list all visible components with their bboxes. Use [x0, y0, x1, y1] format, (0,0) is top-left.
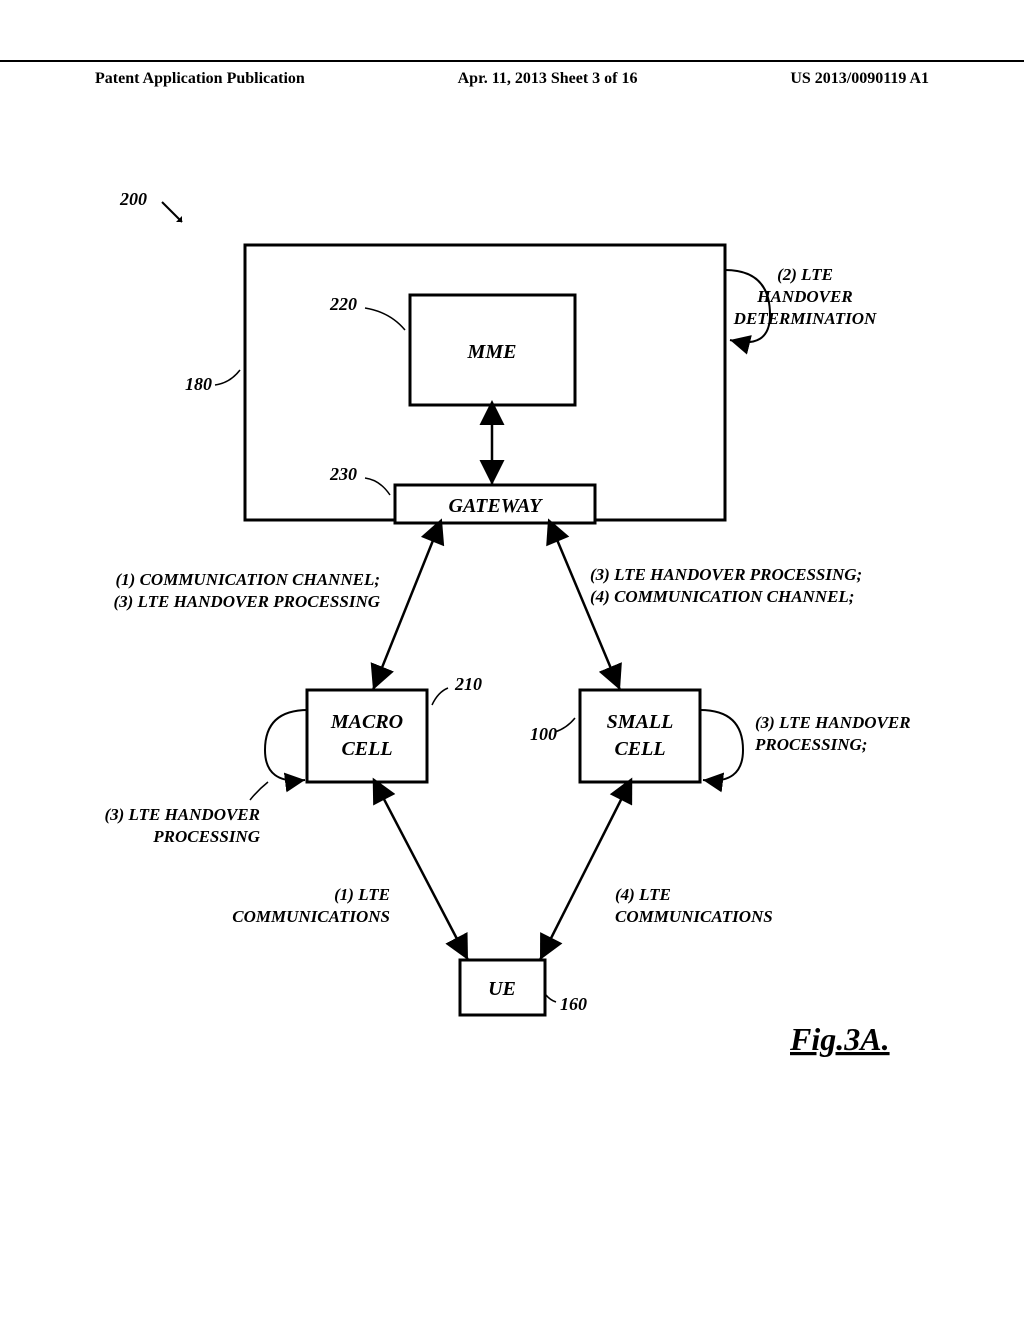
small-l2: CELL — [614, 738, 665, 760]
leftmid-2: (3) LTE HANDOVER PROCESSING — [113, 592, 380, 611]
header-left: Patent Application Publication — [95, 70, 305, 88]
arrow-macro-ue — [375, 782, 468, 960]
ref-160: 160 — [560, 994, 587, 1014]
diagram: 200 180 MME 220 GATEWAY 230 (2) LTE HAND… — [90, 180, 910, 1180]
loop-determination — [725, 270, 770, 342]
leftcomm-2: COMMUNICATIONS — [232, 907, 390, 926]
gateway-label: GATEWAY — [449, 495, 544, 517]
loop-small — [700, 710, 743, 781]
smallcell-box — [580, 690, 700, 782]
mme-label: MME — [467, 341, 517, 363]
rightmid-2: (4) COMMUNICATION CHANNEL; — [590, 587, 854, 606]
macro-l1: MACRO — [330, 711, 403, 733]
macrocell-box — [307, 690, 427, 782]
rightmid-1: (3) LTE HANDOVER PROCESSING; — [590, 565, 862, 584]
arrow-gw-small — [550, 523, 620, 690]
a2-3: DETERMINATION — [733, 309, 877, 328]
header-center: Apr. 11, 2013 Sheet 3 of 16 — [458, 70, 638, 88]
rightcell-2: PROCESSING; — [754, 735, 867, 754]
leftcell-1: (3) LTE HANDOVER — [104, 805, 260, 824]
ref-230: 230 — [329, 464, 357, 484]
rightcomm-1: (4) LTE — [615, 885, 671, 904]
ref-180: 180 — [185, 374, 212, 394]
ref-100: 100 — [530, 724, 557, 744]
arrow-small-ue — [540, 782, 630, 960]
rightcomm-2: COMMUNICATIONS — [615, 907, 773, 926]
a2-2: HANDOVER — [756, 287, 852, 306]
page-header: Patent Application Publication Apr. 11, … — [0, 60, 1024, 88]
leftmid-1: (1) COMMUNICATION CHANNEL; — [116, 570, 380, 589]
small-l1: SMALL — [607, 711, 674, 733]
rightcell-1: (3) LTE HANDOVER — [755, 713, 910, 732]
figure-label: Fig.3A. — [789, 1021, 890, 1057]
leftcell-2: PROCESSING — [152, 827, 260, 846]
ue-label: UE — [488, 978, 516, 1000]
a2-1: (2) LTE — [777, 265, 833, 284]
arrow-gw-macro — [373, 523, 440, 690]
ref-220: 220 — [329, 294, 357, 314]
ref-200: 200 — [119, 189, 147, 209]
loop-macro — [265, 710, 308, 781]
diagram-svg: 200 180 MME 220 GATEWAY 230 (2) LTE HAND… — [90, 180, 910, 1180]
leftcomm-1: (1) LTE — [334, 885, 390, 904]
ref-210: 210 — [454, 674, 482, 694]
header-right: US 2013/0090119 A1 — [790, 70, 929, 88]
macro-l2: CELL — [341, 738, 392, 760]
